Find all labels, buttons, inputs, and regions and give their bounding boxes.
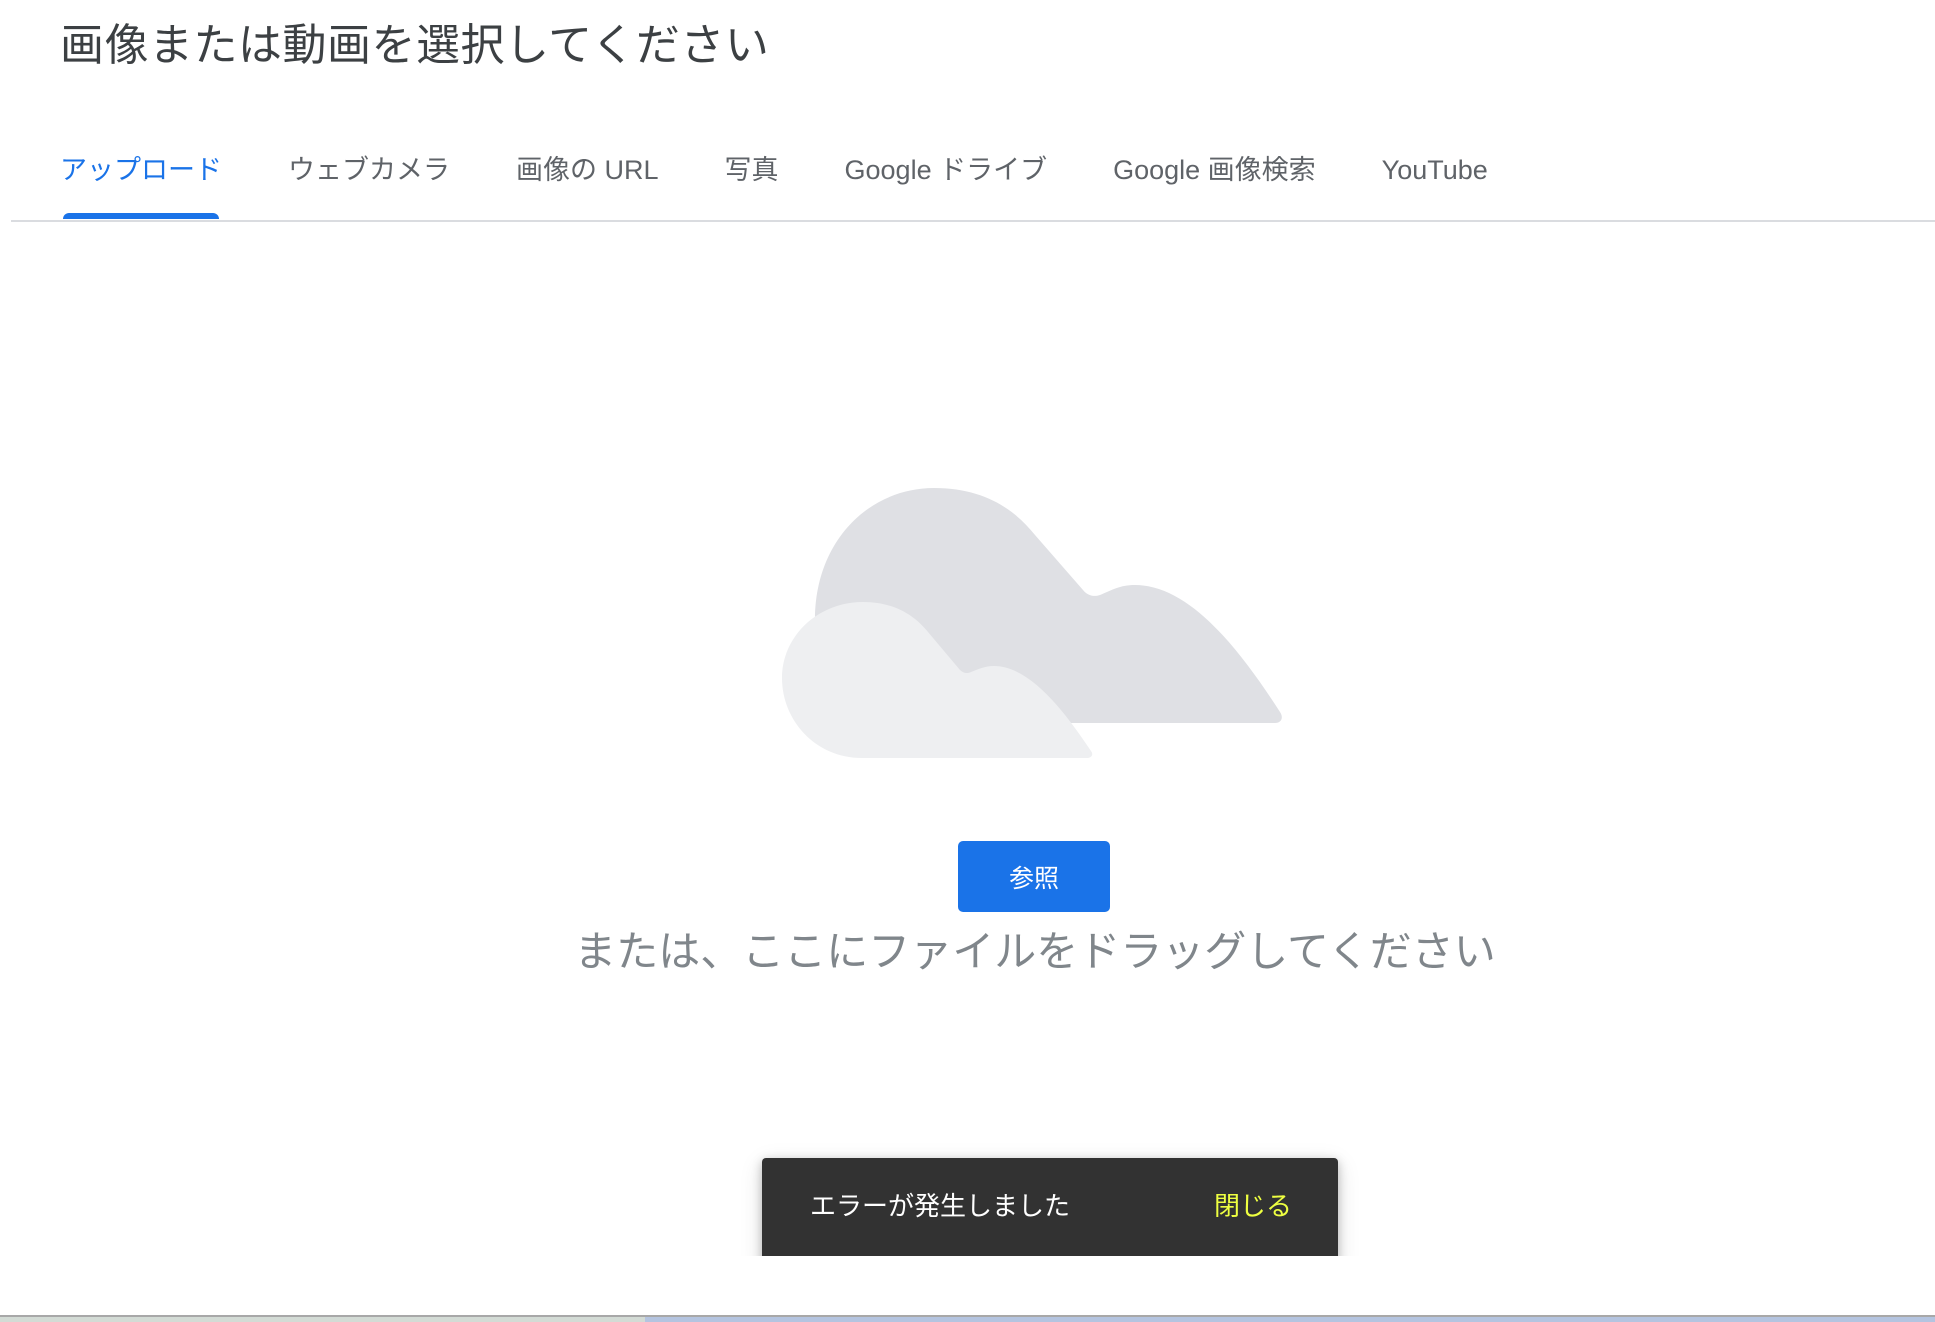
tab-label: Google ドライブ bbox=[844, 155, 1048, 185]
active-tab-indicator bbox=[63, 213, 219, 219]
tab-label: YouTube bbox=[1381, 155, 1488, 185]
tab-youtube[interactable]: YouTube bbox=[1349, 140, 1521, 221]
taskbar-strip-right bbox=[645, 1317, 1935, 1322]
tab-webcam[interactable]: ウェブカメラ bbox=[255, 140, 483, 221]
picker-dialog: 画像または動画を選択してください アップロード ウェブカメラ 画像の URL 写… bbox=[0, 0, 1935, 1256]
tab-label: Google 画像検索 bbox=[1113, 155, 1316, 185]
snackbar-message: エラーが発生しました bbox=[810, 1191, 1071, 1221]
tab-label: 写真 bbox=[724, 155, 779, 185]
taskbar-strip bbox=[0, 1317, 1935, 1322]
taskbar-strip-left bbox=[0, 1317, 645, 1322]
page-background bbox=[0, 1256, 1935, 1315]
tab-label: アップロード bbox=[60, 155, 222, 185]
dialog-title: 画像または動画を選択してください bbox=[60, 21, 770, 70]
tab-divider bbox=[11, 220, 1935, 222]
tab-google-drive[interactable]: Google ドライブ bbox=[812, 140, 1081, 221]
tab-label: 画像の URL bbox=[516, 155, 659, 185]
browse-button[interactable]: 参照 bbox=[958, 841, 1110, 912]
tab-google-image-search[interactable]: Google 画像検索 bbox=[1080, 140, 1349, 221]
cloud-icon bbox=[782, 488, 1282, 758]
drag-hint-text: または、ここにファイルをドラッグしてください bbox=[574, 928, 1496, 975]
error-snackbar: エラーが発生しました 閉じる bbox=[762, 1158, 1338, 1256]
page: 画像または動画を選択してください アップロード ウェブカメラ 画像の URL 写… bbox=[0, 0, 1935, 1322]
tab-bar: アップロード ウェブカメラ 画像の URL 写真 Google ドライブ Goo… bbox=[27, 140, 1521, 221]
tab-image-url[interactable]: 画像の URL bbox=[483, 140, 692, 221]
tab-label: ウェブカメラ bbox=[288, 155, 450, 185]
tab-photos[interactable]: 写真 bbox=[692, 140, 812, 221]
snackbar-close-button[interactable]: 閉じる bbox=[1214, 1186, 1292, 1226]
tab-upload[interactable]: アップロード bbox=[27, 140, 255, 221]
